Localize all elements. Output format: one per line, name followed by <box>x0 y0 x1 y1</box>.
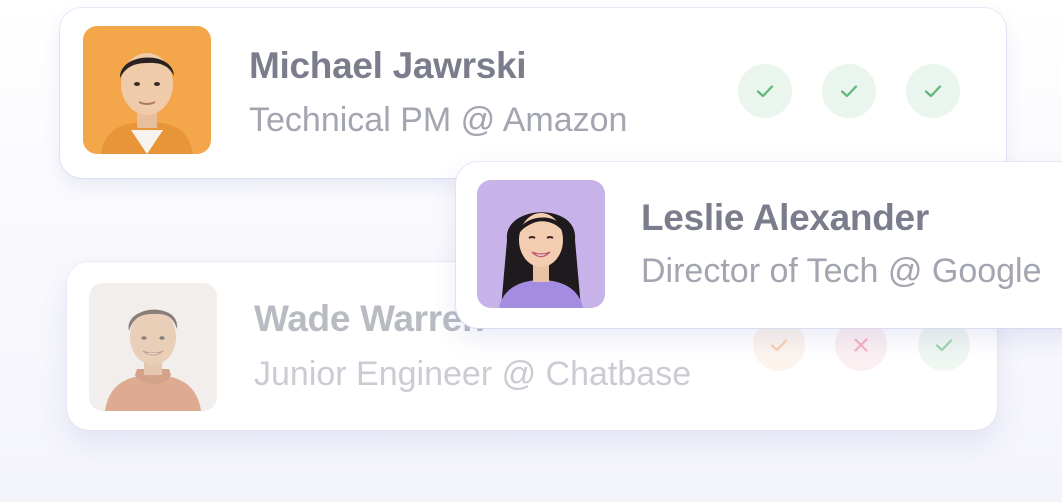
candidate-role: Junior Engineer @ Chatbase <box>254 355 692 393</box>
candidate-card-leslie[interactable]: Leslie Alexander Director of Tech @ Goog… <box>456 162 1062 328</box>
candidate-role: Technical PM @ Amazon <box>249 101 628 139</box>
check-icon <box>840 85 858 98</box>
status-check-badge[interactable] <box>822 64 876 118</box>
status-check-badge[interactable] <box>738 64 792 118</box>
candidate-name: Wade Warren <box>254 298 485 339</box>
candidate-role: Director of Tech @ Google <box>641 252 1042 290</box>
avatar <box>83 26 211 154</box>
status-check-badge[interactable] <box>906 64 960 118</box>
candidate-name: Michael Jawrski <box>249 45 527 86</box>
avatar-photo-icon <box>89 283 217 411</box>
close-icon <box>854 338 868 352</box>
candidate-card-michael[interactable]: Michael Jawrski Technical PM @ Amazon <box>60 8 1006 178</box>
avatar-photo-icon <box>83 26 211 154</box>
avatar <box>89 283 217 411</box>
avatar-photo-icon <box>477 180 605 308</box>
check-icon <box>935 339 953 352</box>
candidate-list: Michael Jawrski Technical PM @ Amazon Wa… <box>0 0 1062 502</box>
check-icon <box>924 85 942 98</box>
check-icon <box>770 339 788 352</box>
candidate-name: Leslie Alexander <box>641 197 929 238</box>
avatar <box>477 180 605 308</box>
check-icon <box>756 85 774 98</box>
